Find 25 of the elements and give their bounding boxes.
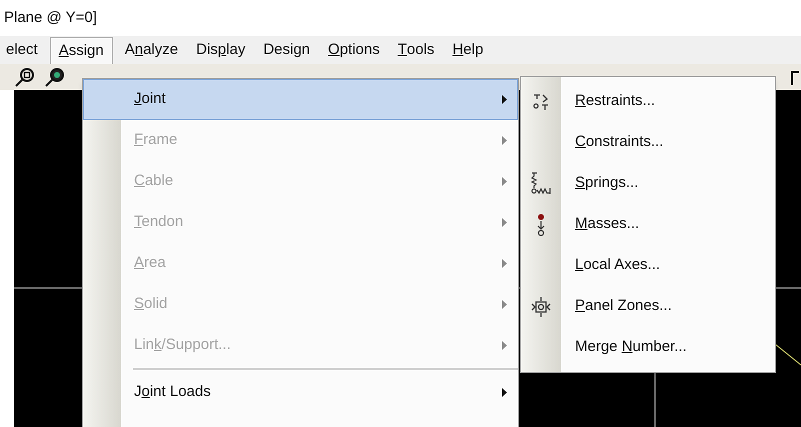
menu-item[interactable]: Constraints... <box>575 131 664 154</box>
menu-bar-item[interactable]: elect <box>0 37 44 64</box>
menu-bar-item[interactable]: Design <box>257 37 316 64</box>
menu-bar-item[interactable]: Tools <box>392 37 440 64</box>
mass-icon <box>536 212 546 236</box>
menu-item[interactable]: Joint Loads <box>121 372 518 413</box>
menu-item[interactable]: Local Axes... <box>575 254 660 277</box>
menu-item[interactable]: Restraints... <box>575 90 656 113</box>
menu-item[interactable]: Springs... <box>575 172 638 195</box>
support-icon <box>532 92 550 110</box>
spring-icon <box>531 172 551 196</box>
panel-zone-icon <box>531 296 551 316</box>
menu-item[interactable]: Masses... <box>575 213 640 236</box>
zoom-icon[interactable] <box>14 67 36 87</box>
menu-bar-item[interactable]: Assign <box>50 37 113 64</box>
menu-item[interactable]: Joint <box>83 79 518 120</box>
menu-bar-item[interactable]: Options <box>322 37 386 64</box>
menu-bar-item[interactable]: Display <box>190 37 252 64</box>
menu-bar-item[interactable]: Analyze <box>118 37 184 64</box>
zoom-icon[interactable] <box>44 67 66 87</box>
menu-item[interactable]: Merge Number... <box>575 336 687 359</box>
menu-item[interactable]: Panel Zones... <box>575 295 672 318</box>
window-title: Plane @ Y=0] <box>4 8 97 28</box>
menu-bar-item[interactable]: Help <box>446 37 490 64</box>
frame-icon[interactable] <box>791 71 799 85</box>
